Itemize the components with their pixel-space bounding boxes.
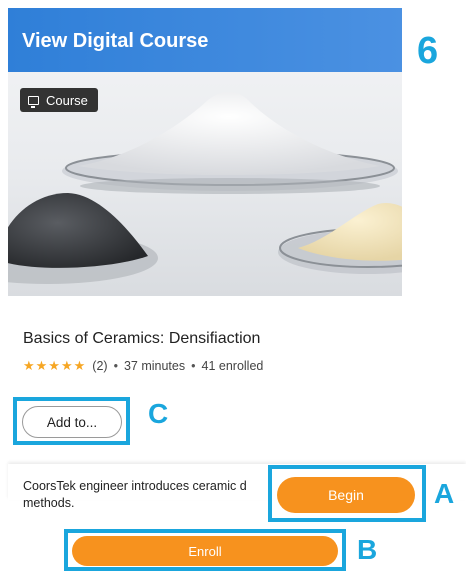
badge-label: Course — [46, 92, 88, 108]
enrolled-count: 41 enrolled — [201, 359, 264, 373]
hero-title[interactable]: View Digital Course — [22, 30, 208, 53]
begin-button[interactable]: Begin — [277, 477, 415, 513]
rating-count: (2) — [92, 359, 108, 373]
hero-header-bar: View Digital Course — [8, 8, 402, 72]
callout-label-c: C — [148, 398, 169, 429]
course-meta: ★★★★★ (2) • 37 minutes • 41 enrolled — [23, 358, 263, 374]
callout-label-a: A — [434, 478, 455, 509]
course-duration: 37 minutes — [123, 359, 186, 373]
meta-separator: • — [191, 359, 196, 373]
course-hero-image[interactable]: View Digital Course Course — [8, 8, 402, 296]
step-number: 6 — [417, 30, 439, 72]
callout-label-b: B — [357, 534, 378, 565]
course-title[interactable]: Basics of Ceramics: Densifiaction — [23, 330, 260, 348]
course-type-badge: Course — [20, 88, 98, 112]
course-description: CoorsTek engineer introduces ceramic d m… — [23, 479, 247, 510]
presentation-icon — [28, 95, 39, 108]
meta-separator: • — [113, 359, 118, 373]
rating-stars: ★★★★★ — [23, 358, 87, 373]
add-to-button[interactable]: Add to... — [22, 406, 122, 438]
enroll-button[interactable]: Enroll — [72, 536, 338, 566]
